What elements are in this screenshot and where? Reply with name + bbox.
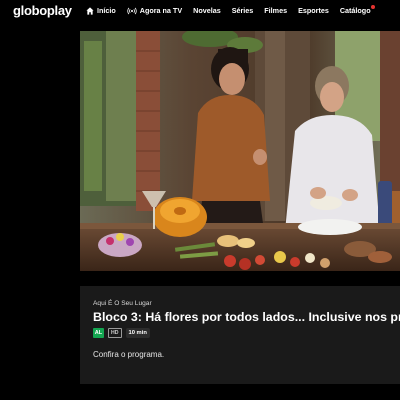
nav-item-label: Novelas: [193, 6, 221, 15]
nav-item-label: Séries: [231, 6, 254, 15]
nav-item-agora-na-tv[interactable]: Agora na TV: [127, 6, 182, 15]
broadcast-icon: [127, 7, 137, 15]
main-nav: Início Agora na TV Novelas Séries Filmes…: [86, 5, 382, 15]
nav-item-catalogo[interactable]: Catálogo: [339, 5, 375, 15]
duration-badge: 10 min: [125, 328, 150, 338]
top-navigation-bar: globoplay Início Agora na TV Novelas Sér…: [0, 0, 400, 24]
notification-dot: [370, 5, 375, 9]
age-rating-badge: AL: [93, 328, 104, 338]
nav-item-series[interactable]: Séries: [232, 6, 254, 15]
hd-badge: HD: [108, 328, 122, 338]
nav-item-novelas[interactable]: Novelas: [193, 6, 221, 15]
nav-item-esportes[interactable]: Esportes: [298, 6, 329, 15]
episode-description: Confira o programa.: [93, 350, 165, 359]
nav-item-inicio[interactable]: Início: [86, 6, 116, 15]
globoplay-logo[interactable]: globoplay: [13, 3, 72, 18]
program-name[interactable]: Aqui É O Seu Lugar: [93, 300, 152, 307]
nav-item-filmes[interactable]: Filmes: [264, 6, 287, 15]
nav-item-label: Início: [97, 6, 116, 15]
nav-item-label: Esportes: [298, 6, 329, 15]
nav-item-label: Filmes: [264, 6, 288, 15]
episode-info-panel: Aqui É O Seu Lugar Bloco 3: Há flores po…: [80, 286, 400, 384]
video-thumbnail: [80, 31, 400, 271]
episode-badges: AL HD 10 min: [93, 328, 150, 338]
nav-item-label: Agora na TV: [139, 6, 183, 15]
home-icon: [86, 6, 94, 15]
nav-item-label: Catálogo: [339, 6, 371, 15]
episode-title: Bloco 3: Há flores por todos lados... In…: [93, 310, 400, 324]
video-player[interactable]: [80, 31, 400, 271]
